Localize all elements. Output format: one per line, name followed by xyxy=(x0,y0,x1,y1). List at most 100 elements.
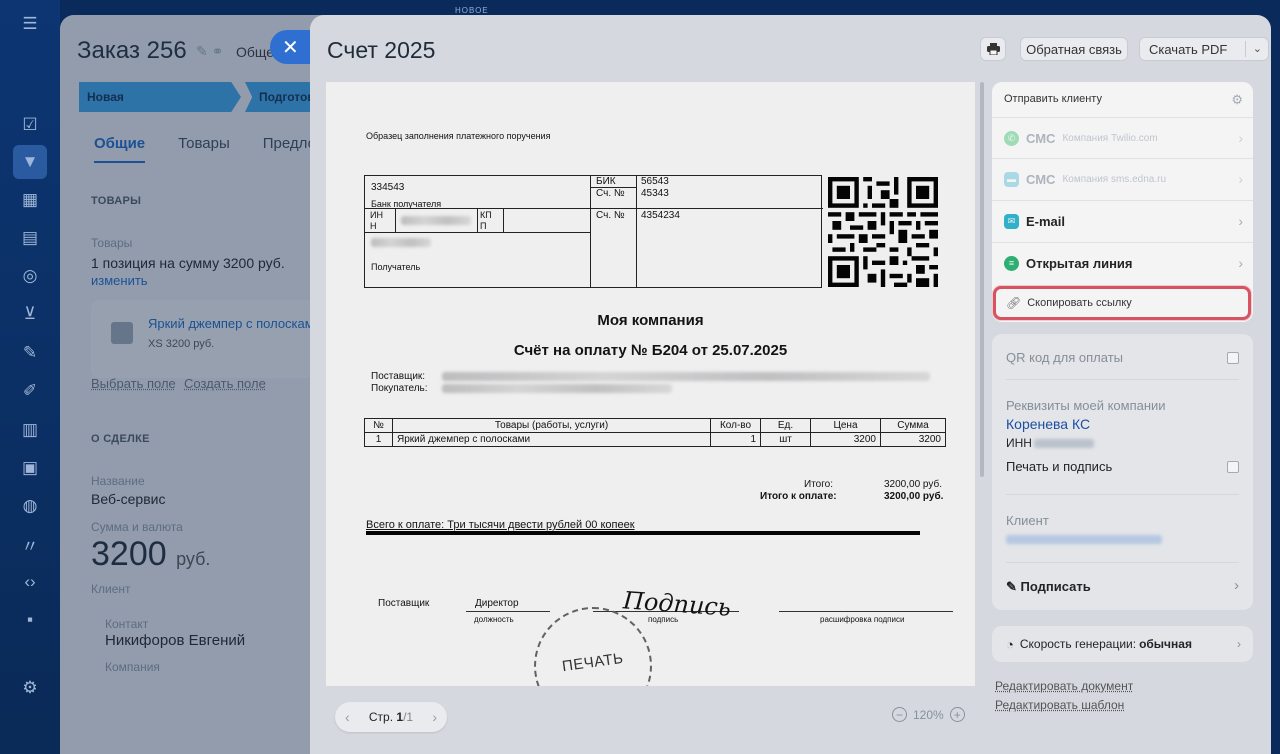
speed-label: Скорость генерации: xyxy=(1019,637,1137,651)
analytics-icon[interactable]: ▥ xyxy=(17,417,43,443)
qr-label: QR код для оплаты xyxy=(1006,350,1124,365)
developer-icon[interactable]: ‹› xyxy=(17,569,43,595)
col-header: Сумма xyxy=(880,418,946,433)
edit-template-link[interactable]: Редактировать шаблон xyxy=(995,698,1124,712)
cell: 3200 xyxy=(810,432,881,447)
edit-title-icon[interactable]: ✎ ⚭ xyxy=(196,43,223,60)
open-line-icon: ≡ xyxy=(1004,255,1019,271)
chevron-right-icon: › xyxy=(1238,255,1243,271)
robot-icon[interactable]: ▣ xyxy=(17,455,43,481)
send-email[interactable]: ✉ E-mail › xyxy=(992,200,1253,241)
chevron-right-icon: › xyxy=(1238,130,1243,146)
sign-row[interactable]: ✎ Подписать xyxy=(1006,579,1091,595)
left-icon-rail: ☰ ☑ ▼ ▦ ▤ ◎ ⊻ ✎ ✐ ▥ ▣ ◍ 〃 ‹› ▪ ⚙ xyxy=(0,0,60,754)
copy-link-button[interactable]: 🔗︎ Скопировать ссылку xyxy=(993,286,1251,320)
divider xyxy=(366,531,920,535)
col-header: Цена xyxy=(810,418,881,433)
sum-currency: руб. xyxy=(176,549,211,569)
whatsapp-icon: ✆ xyxy=(1004,130,1019,146)
calendar-icon[interactable]: ▦ xyxy=(17,187,43,213)
speed-value: обычная xyxy=(1139,637,1192,651)
next-page-icon[interactable]: › xyxy=(432,709,437,725)
pen-icon[interactable]: ✐ xyxy=(17,378,43,404)
zoom-in-icon[interactable]: + xyxy=(949,707,965,722)
qr-code xyxy=(828,177,938,287)
page-total: /1 xyxy=(403,710,414,724)
market-icon[interactable]: ▪ xyxy=(17,607,43,633)
cell: 3200 xyxy=(880,432,946,447)
document-options-card: QR код для оплаты Реквизиты моей компани… xyxy=(992,334,1253,610)
page-navigator: ‹ Стр. 1/1 › xyxy=(335,702,447,732)
qr-checkbox[interactable] xyxy=(1227,352,1239,364)
document-preview[interactable]: Образец заполнения платежного поручения … xyxy=(326,82,975,686)
goods-label: Товары xyxy=(91,236,133,250)
product-name[interactable]: Яркий джемпер с полосками xyxy=(148,316,321,331)
chevron-right-icon: › xyxy=(1238,171,1243,187)
send-open-line[interactable]: ≡ Открытая линия › xyxy=(992,242,1253,283)
send-row-name: Открытая линия xyxy=(1026,255,1133,271)
print-button[interactable] xyxy=(980,37,1006,61)
doc-company: Моя компания xyxy=(597,312,704,329)
order-title: Заказ 256 xyxy=(77,37,187,64)
client-label: Клиент xyxy=(1006,513,1049,528)
download-pdf-button[interactable]: Скачать PDF ⌄ xyxy=(1139,37,1269,61)
send-sms-edna[interactable]: ▬ СМС Компания sms.edna.ru › xyxy=(992,158,1253,199)
send-row-name: СМС xyxy=(1026,171,1056,187)
stage-new[interactable]: Новая xyxy=(79,82,241,112)
doc-buyer-label: Покупатель: xyxy=(371,383,428,394)
table-row: 1 Яркий джемпер с полосками 1 шт 3200 32… xyxy=(364,432,946,447)
create-field-link[interactable]: Создать поле xyxy=(184,376,266,391)
settings-icon[interactable]: ⚙ xyxy=(17,675,43,701)
order-card: Заказ 256 ✎ ⚭ Общее Новая Подготовка Общ… xyxy=(60,15,350,754)
tab-general[interactable]: Общие xyxy=(94,135,146,163)
drive-icon[interactable]: ▤ xyxy=(17,225,43,251)
cell: 1 xyxy=(364,432,393,447)
stamp-circle xyxy=(534,607,652,686)
prev-page-icon[interactable]: ‹ xyxy=(345,709,350,725)
cart-icon[interactable]: ⊻ xyxy=(17,301,43,327)
signature-image: Подпись xyxy=(622,586,732,622)
printer-icon xyxy=(986,43,1000,55)
to-pay-label: Итого к оплате: xyxy=(760,491,837,502)
contact-value[interactable]: Никифоров Евгений xyxy=(105,632,245,649)
doc-sample-title: Образец заполнения платежного поручения xyxy=(366,131,551,141)
generation-speed-row[interactable]: ◔ Скорость генерации: обычная › xyxy=(992,626,1253,662)
marketing-icon[interactable]: 〃 xyxy=(17,531,43,557)
col-header: № xyxy=(364,418,393,433)
acct-label: Сч. № xyxy=(596,188,625,199)
send-sms-twilio[interactable]: ✆ СМС Компания Twilio.com › xyxy=(992,117,1253,158)
document-scrollbar[interactable] xyxy=(980,82,984,477)
send-row-name: E-mail xyxy=(1026,213,1066,229)
page-label: Стр. xyxy=(368,710,397,724)
sign-decode-caption: расшифровка подписи xyxy=(820,615,905,624)
document-sign-icon[interactable]: ✎ xyxy=(17,340,43,366)
company-name-link[interactable]: Коренева КС xyxy=(1006,416,1090,432)
tasks-icon[interactable]: ☑ xyxy=(17,112,43,138)
choose-field-link[interactable]: Выбрать поле xyxy=(91,376,176,391)
print-sign-checkbox[interactable] xyxy=(1227,461,1239,473)
invoice-dialog: Счет 2025 Обратная связь Скачать PDF ⌄ О… xyxy=(310,15,1271,754)
sms-icon: ▬ xyxy=(1004,171,1019,187)
chevron-down-icon[interactable]: ⌄ xyxy=(1253,42,1262,55)
sites-icon[interactable]: ◍ xyxy=(17,493,43,519)
crm-funnel-icon[interactable]: ▼ xyxy=(13,145,47,179)
name-value: Веб-сервис xyxy=(91,491,166,507)
change-goods-link[interactable]: изменить xyxy=(91,273,148,288)
bank-recipient-label: Банк получателя xyxy=(371,199,442,209)
sum-label: Сумма и валюта xyxy=(91,520,183,534)
inn-label: ИНН xyxy=(1006,436,1032,450)
edit-document-link[interactable]: Редактировать документ xyxy=(995,679,1133,693)
feedback-button[interactable]: Обратная связь xyxy=(1020,37,1128,61)
tab-products[interactable]: Товары xyxy=(178,135,230,163)
sign-label: Подписать xyxy=(1020,579,1091,594)
menu-icon[interactable]: ☰ xyxy=(17,11,43,37)
bank-account: 334543 xyxy=(371,182,405,193)
gear-icon[interactable]: ⚙ xyxy=(1231,92,1243,108)
chevron-right-icon: › xyxy=(1234,577,1239,594)
bik-label: БИК xyxy=(596,176,616,187)
target-icon[interactable]: ◎ xyxy=(17,263,43,289)
zoom-out-icon[interactable]: − xyxy=(892,707,907,722)
send-row-provider: Компания sms.edna.ru xyxy=(1062,173,1167,185)
close-dialog-button[interactable]: ✕ xyxy=(270,30,314,64)
chevron-right-icon: › xyxy=(1238,213,1243,229)
